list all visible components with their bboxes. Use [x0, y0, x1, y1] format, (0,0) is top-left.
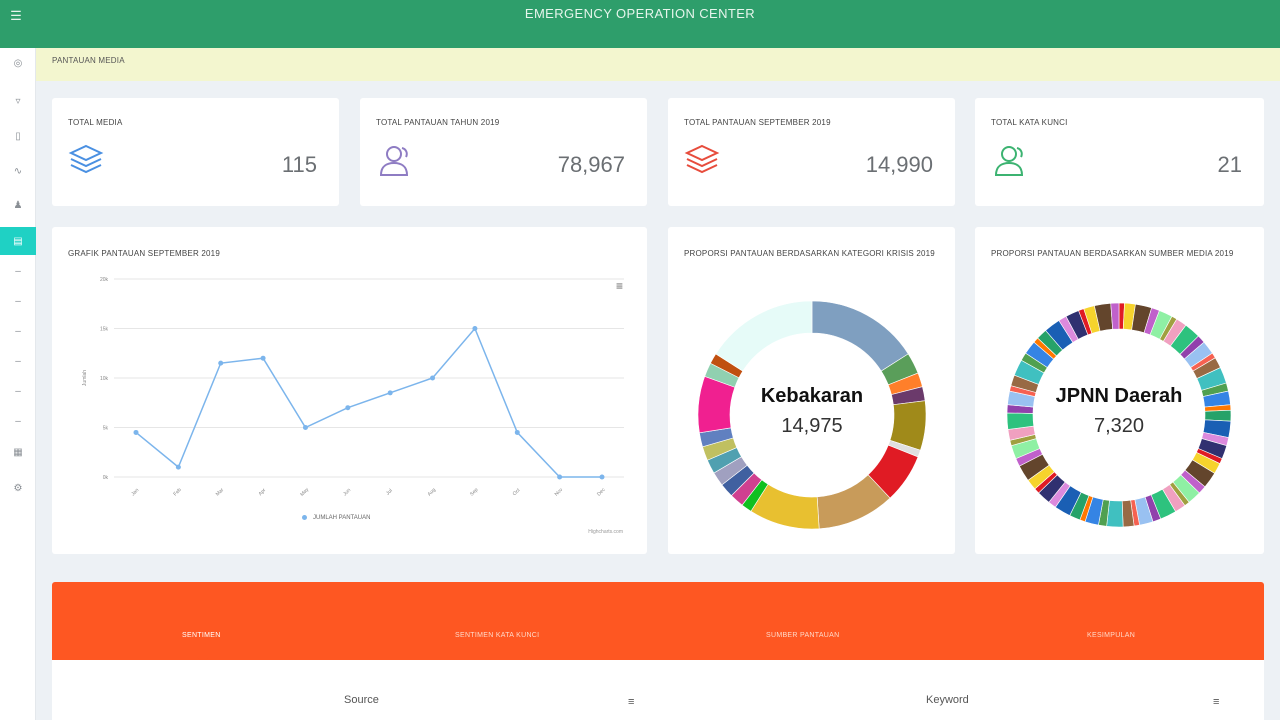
hamburger-icon[interactable]: ≡ [1213, 696, 1219, 708]
data-point[interactable] [345, 405, 351, 411]
dash-icon[interactable]: – [0, 407, 36, 435]
chart-credit[interactable]: Highcharts.com [588, 529, 623, 535]
dash-icon[interactable]: – [0, 257, 36, 285]
donut-center-label: Kebakaran [760, 385, 864, 407]
x-tick-label: May [299, 486, 310, 497]
x-tick-label: Oct [512, 487, 522, 497]
y-axis-label: Jumlah [82, 370, 88, 386]
media-icon[interactable]: ▤ [0, 227, 36, 255]
donut-panel-kategori: PROPORSI PANTAUAN BERDASARKAN KATEGORI K… [668, 227, 955, 554]
dash-icon[interactable]: – [0, 317, 36, 345]
stat-card-total-media: TOTAL MEDIA 115 [52, 98, 339, 206]
y-tick-label: 10k [100, 376, 109, 382]
x-tick-label: Apr [258, 487, 268, 497]
x-tick-label: Jun [342, 487, 352, 497]
stat-value: 115 [281, 152, 317, 177]
x-tick-label: Dec [596, 487, 607, 498]
stat-title: TOTAL PANTAUAN SEPTEMBER 2019 [684, 118, 831, 127]
stat-card-total-pantauan-tahun: TOTAL PANTAUAN TAHUN 2019 78,967 [360, 98, 647, 206]
panel-title: PROPORSI PANTAUAN BERDASARKAN SUMBER MED… [991, 249, 1234, 258]
sidebar: ◎ ▿ ▯ ∿ ♟ ▤ – – – – – – ▦ ⚙ [0, 48, 36, 720]
x-tick-label: Mar [215, 487, 226, 498]
data-point[interactable] [557, 474, 563, 480]
settings-icon[interactable]: ⚙ [0, 474, 36, 502]
stat-title: TOTAL PANTAUAN TAHUN 2019 [376, 118, 500, 127]
layers-icon [68, 144, 104, 174]
donut-slice[interactable] [715, 300, 813, 372]
x-tick-label: Jan [130, 487, 140, 497]
dash-icon[interactable]: – [0, 287, 36, 315]
users-icon [379, 146, 409, 176]
stat-value: 78,967 [557, 152, 625, 177]
data-point[interactable] [302, 425, 308, 430]
stat-card-total-pantauan-september: TOTAL PANTAUAN SEPTEMBER 2019 14,990 [668, 98, 955, 206]
source-header: Source [344, 694, 379, 706]
stat-value: 14,990 [865, 152, 933, 177]
tab-kesimpulan[interactable]: KESIMPULAN [1087, 632, 1135, 639]
dash-icon[interactable]: – [0, 347, 36, 375]
layers-icon [684, 144, 720, 174]
app-title: EMERGENCY OPERATION CENTER [524, 6, 756, 21]
data-point[interactable] [260, 355, 266, 361]
tab-sentimen[interactable]: SENTIMEN [182, 632, 221, 639]
data-point[interactable] [387, 390, 393, 396]
donut-center-value: 14,975 [781, 415, 843, 437]
data-point[interactable] [218, 360, 224, 366]
donut-center-label: JPNN Daerah [1055, 385, 1183, 407]
donut-center-value: 7,320 [1093, 415, 1145, 437]
tab-bar: SENTIMEN SENTIMEN KATA KUNCI SUMBER PANT… [52, 582, 1264, 664]
panel-title: PROPORSI PANTAUAN BERDASARKAN KATEGORI K… [684, 249, 935, 258]
chart-icon[interactable]: ∿ [0, 157, 36, 185]
data-point[interactable] [175, 464, 181, 470]
data-point[interactable] [514, 429, 520, 435]
chart-legend[interactable]: JUMLAH PANTAUAN [302, 515, 370, 521]
legend-marker [302, 515, 307, 520]
x-tick-label: Feb [172, 487, 182, 497]
y-tick-label: 20k [100, 277, 109, 283]
x-tick-label: Nov [554, 487, 565, 498]
dash-icon[interactable]: – [0, 377, 36, 405]
data-point[interactable] [472, 326, 478, 331]
stat-title: TOTAL KATA KUNCI [991, 118, 1068, 127]
user-icon[interactable]: ♟ [0, 191, 36, 219]
legend-label: JUMLAH PANTAUAN [313, 515, 371, 522]
users-icon [994, 146, 1024, 176]
dashboard-icon[interactable]: ◎ [0, 49, 36, 77]
breadcrumb: PANTAUAN MEDIA [36, 48, 1280, 81]
tab-sumber-pantauan[interactable]: SUMBER PANTAUAN [766, 632, 839, 639]
x-tick-label: Jul [385, 488, 394, 497]
y-tick-label: 15k [100, 327, 109, 333]
data-point[interactable] [430, 375, 436, 381]
hamburger-icon[interactable]: ≡ [628, 696, 634, 708]
stat-title: TOTAL MEDIA [68, 118, 123, 127]
calendar-icon[interactable]: ▦ [0, 438, 36, 466]
book-icon[interactable]: ▯ [0, 122, 36, 150]
series-line [135, 327, 602, 478]
stat-card-total-kata-kunci: TOTAL KATA KUNCI 21 [975, 98, 1264, 206]
stat-value: 21 [1217, 152, 1242, 177]
donut-panel-sumber: PROPORSI PANTAUAN BERDASARKAN SUMBER MED… [975, 227, 1264, 554]
y-tick-label: 5k [103, 426, 109, 432]
breadcrumb-text: PANTAUAN MEDIA [52, 56, 125, 65]
donut-slice[interactable] [811, 300, 909, 372]
line-chart-panel: GRAFIK PANTAUAN SEPTEMBER 2019 ≡ 20k 15k 1… [52, 227, 647, 554]
keyword-header: Keyword [926, 694, 969, 706]
filter-icon[interactable]: ▿ [0, 87, 36, 115]
data-point[interactable] [599, 474, 605, 480]
tab-sentimen-kata-kunci[interactable]: SENTIMEN KATA KUNCI [455, 632, 539, 639]
y-tick-label: 0k [103, 475, 109, 481]
data-point[interactable] [133, 429, 139, 435]
top-bar: ☰ EMERGENCY OPERATION CENTER [0, 0, 1280, 48]
x-tick-label: Aug [427, 487, 438, 498]
line-chart: 20k 15k 10k 5k 0k Jumlah Jan Feb Mar Apr May Jun Jul… [82, 277, 624, 498]
x-tick-label: Sep [469, 487, 480, 498]
tab-content: Source ≡ Keyword ≡ [52, 660, 1264, 720]
